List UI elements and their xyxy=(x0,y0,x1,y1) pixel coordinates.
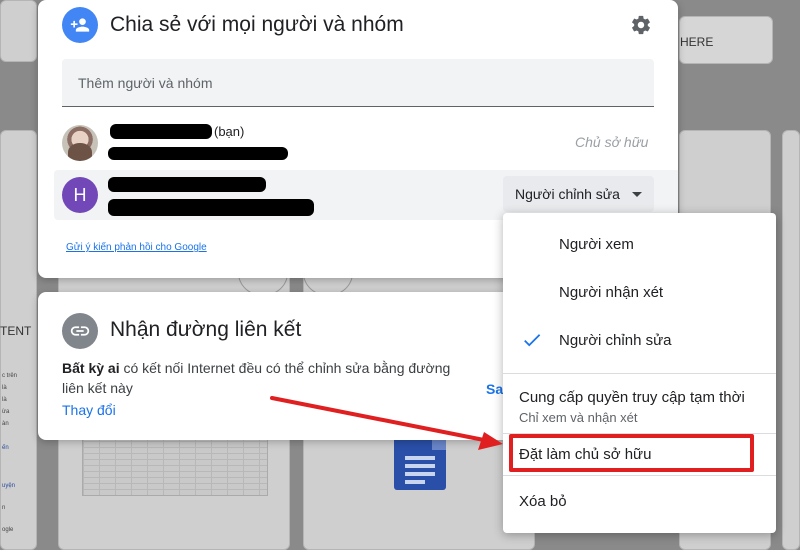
menu-divider xyxy=(503,373,776,374)
copy-link-button[interactable]: Sa xyxy=(486,381,503,397)
role-dropdown-button[interactable]: Người chỉnh sửa xyxy=(503,176,654,212)
owner-role-label: Chủ sở hữu xyxy=(575,134,649,150)
role-menu: Người xem Người nhận xét Người chỉnh sửa… xyxy=(503,213,776,533)
avatar: H xyxy=(62,177,98,213)
menu-item-temp-access[interactable]: Cung cấp quyền truy cập tạm thời Chỉ xem… xyxy=(503,381,776,427)
menu-item-label: Người chỉnh sửa xyxy=(559,332,672,349)
menu-divider xyxy=(503,475,776,476)
menu-item-remove[interactable]: Xóa bỏ xyxy=(503,485,776,519)
change-link-button[interactable]: Thay đổi xyxy=(62,402,116,418)
share-dialog-title: Chia sẻ với mọi người và nhóm xyxy=(110,13,404,36)
gear-icon[interactable] xyxy=(629,13,653,37)
link-access-detail: có kết nối Internet đều có thể chỉnh sửa… xyxy=(62,360,451,396)
menu-item-commenter[interactable]: Người nhận xét xyxy=(503,275,776,311)
background-card-edge xyxy=(782,130,800,550)
highlight-box xyxy=(509,434,754,472)
menu-item-editor[interactable]: Người chỉnh sửa xyxy=(503,323,776,359)
menu-item-label: Người nhận xét xyxy=(559,284,664,301)
link-icon xyxy=(62,313,98,349)
role-dropdown-label: Người chỉnh sửa xyxy=(515,186,620,202)
redacted-email xyxy=(108,147,288,160)
check-icon xyxy=(521,329,543,355)
background-share-label: HERE xyxy=(680,35,714,49)
you-label: (bạn) xyxy=(214,124,245,139)
background-share-button: HERE xyxy=(679,16,773,64)
feedback-link[interactable]: Gửi ý kiến phản hồi cho Google xyxy=(66,242,207,253)
get-link-card: Nhận đường liên kết Bất kỳ ai có kết nối… xyxy=(38,292,558,440)
redacted-email xyxy=(108,199,314,216)
menu-item-label: Cung cấp quyền truy cập tạm thời xyxy=(519,389,745,406)
redacted-name xyxy=(108,177,266,192)
caret-down-icon xyxy=(632,192,642,197)
redacted-name xyxy=(110,124,212,139)
person-add-icon xyxy=(62,7,98,43)
menu-item-viewer[interactable]: Người xem xyxy=(503,227,776,263)
get-link-title: Nhận đường liên kết xyxy=(110,318,302,341)
menu-item-sublabel: Chỉ xem và nhận xét xyxy=(519,410,638,425)
menu-item-label: Người xem xyxy=(559,236,634,253)
menu-item-label: Xóa bỏ xyxy=(519,493,567,510)
docs-file-icon xyxy=(394,436,446,490)
avatar xyxy=(62,125,98,161)
link-access-description: Bất kỳ ai có kết nối Internet đều có thể… xyxy=(62,358,472,398)
link-access-scope: Bất kỳ ai xyxy=(62,360,120,376)
add-people-input[interactable] xyxy=(62,59,654,107)
background-content-label: TENT xyxy=(0,324,32,338)
background-card xyxy=(0,0,37,62)
